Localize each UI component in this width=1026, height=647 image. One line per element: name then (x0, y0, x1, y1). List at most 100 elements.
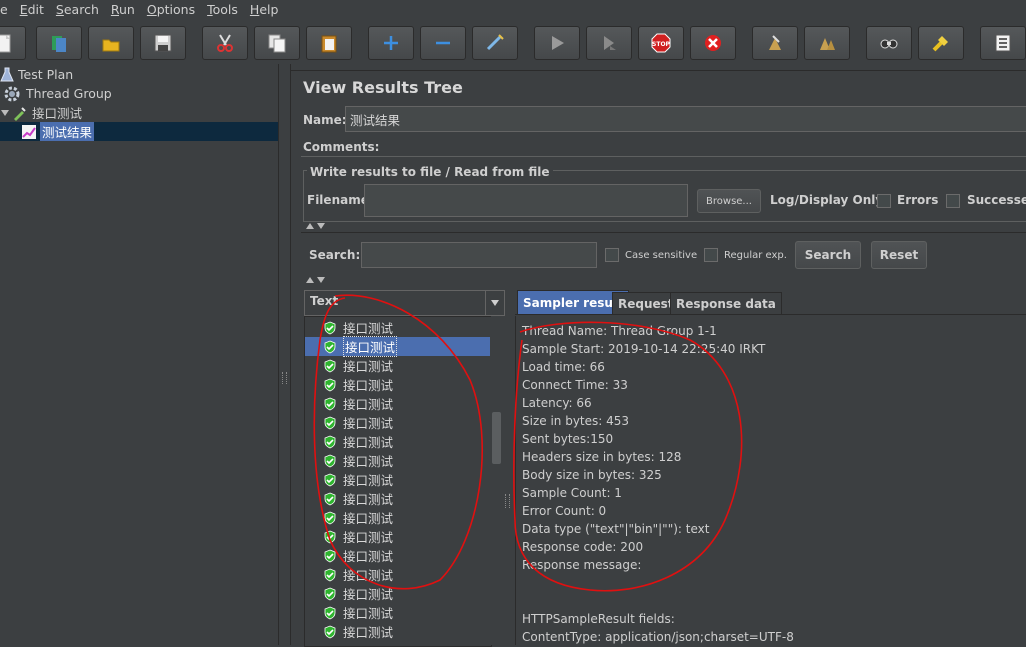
graph-icon (22, 124, 36, 139)
detail-line: Data type ("text"|"bin"|""): text (522, 522, 710, 536)
filename-label: Filename (307, 193, 369, 207)
list-item[interactable]: 接口测试 (305, 336, 490, 357)
success-shield-icon (324, 416, 336, 429)
expand-icon (384, 36, 398, 50)
copy-button[interactable] (254, 26, 300, 60)
reset-button[interactable]: Reset (871, 241, 927, 269)
list-item[interactable]: 接口测试 (305, 565, 490, 584)
list-item-label: 接口测试 (343, 625, 394, 640)
clear-button[interactable] (752, 26, 798, 60)
toggle-button[interactable] (472, 26, 518, 60)
successes-checkbox[interactable] (946, 194, 960, 208)
list-item[interactable]: 接口测试 (305, 375, 490, 394)
menu-label: un (119, 1, 135, 17)
menu-accelerator: H (249, 1, 260, 17)
start-icon (552, 36, 564, 50)
tree-item-test-results[interactable]: 测试结果 (0, 122, 278, 141)
list-item[interactable]: 接口测试 (305, 356, 490, 375)
errors-checkbox[interactable] (877, 194, 891, 208)
list-item[interactable]: 接口测试 (305, 470, 490, 489)
search-button[interactable]: Search (795, 241, 861, 269)
split-pane-divider[interactable] (278, 64, 289, 645)
success-shield-icon (324, 473, 336, 486)
stop-button[interactable]: STOP (638, 26, 684, 60)
menu-item[interactable]: Options (147, 2, 195, 17)
open-button[interactable] (88, 26, 134, 60)
list-item[interactable]: 接口测试 (305, 318, 490, 337)
reset-search-button[interactable] (918, 26, 964, 60)
case-sensitive-checkbox[interactable] (605, 248, 619, 262)
success-shield-icon (324, 435, 336, 448)
tree-item-interface-test[interactable]: 接口测试 (0, 103, 278, 122)
start-no-pauses-button[interactable] (586, 26, 632, 60)
page-title: View Results Tree (303, 78, 463, 97)
tab-response-data[interactable]: Response data (670, 292, 782, 314)
list-item[interactable]: 接口测试 (305, 603, 490, 622)
success-shield-icon (324, 511, 336, 524)
list-item[interactable]: 接口测试 (305, 527, 490, 546)
menu-label: elp (259, 1, 279, 17)
collapse-arrows-icon[interactable] (305, 222, 327, 230)
menu-item[interactable]: e (0, 2, 8, 17)
name-field[interactable]: 测试结果 (345, 106, 1026, 132)
list-item[interactable]: 接口测试 (305, 546, 490, 565)
list-item-label: 接口测试 (343, 336, 398, 357)
list-item[interactable]: 接口测试 (305, 489, 490, 508)
result-tabs: Sampler result Request Response data (515, 290, 1026, 315)
detail-line: Response message: (522, 558, 642, 572)
filename-input[interactable] (364, 184, 688, 217)
regular-exp-checkbox[interactable] (704, 248, 718, 262)
list-item[interactable]: 接口测试 (305, 508, 490, 527)
search-input[interactable] (361, 242, 597, 268)
list-item[interactable]: 接口测试 (305, 432, 490, 451)
results-list[interactable]: 接口测试 接口测试 接口测试 接口测试 接口测试 接口测试 接口测试 接口测试 接口测试 接口测试… (304, 316, 492, 647)
cut-button[interactable] (202, 26, 248, 60)
save-button[interactable] (140, 26, 186, 60)
file-group-title: Write results to file / Read from file (307, 165, 553, 179)
list-item-label: 接口测试 (343, 492, 394, 507)
menu-item[interactable]: Tools (207, 2, 238, 17)
templates-button[interactable] (36, 26, 82, 60)
menu-item[interactable]: Run (111, 2, 135, 17)
expand-button[interactable] (368, 26, 414, 60)
list-item[interactable]: 接口测试 (305, 413, 490, 432)
list-item[interactable]: 接口测试 (305, 394, 490, 413)
clear-all-button[interactable] (804, 26, 850, 60)
inner-divider-grip[interactable] (505, 494, 510, 508)
results-scrollbar[interactable] (491, 316, 502, 645)
function-helper-button[interactable] (980, 26, 1026, 60)
new-button[interactable] (0, 26, 26, 60)
pipette-icon (14, 106, 26, 121)
menu-item[interactable]: Edit (20, 2, 44, 17)
detail-line: Body size in bytes: 325 (522, 468, 662, 482)
list-item[interactable]: 接口测试 (305, 584, 490, 603)
tree-item-label: 接口测试 (32, 106, 83, 121)
scrollbar-thumb[interactable] (492, 412, 501, 464)
search-button[interactable] (866, 26, 912, 60)
start-button[interactable] (534, 26, 580, 60)
new-icon (0, 34, 11, 53)
list-item-label: 接口测试 (343, 511, 394, 526)
chevron-down-icon[interactable] (485, 291, 504, 315)
menu-label: dit (27, 1, 44, 17)
collapse-arrows-icon[interactable] (305, 276, 327, 284)
list-item-label: 接口测试 (343, 321, 394, 336)
divider-grip[interactable] (282, 372, 287, 384)
collapse-button[interactable] (420, 26, 466, 60)
collapse-toggle-icon[interactable] (0, 108, 10, 118)
list-item[interactable]: 接口测试 (305, 622, 490, 641)
menu-item[interactable]: Search (56, 2, 99, 17)
shutdown-button[interactable] (690, 26, 736, 60)
search-icon (880, 39, 898, 49)
tree-item-thread-group[interactable]: Thread Group (4, 84, 278, 103)
list-item[interactable]: 接口测试 (305, 451, 490, 470)
paste-button[interactable] (306, 26, 352, 60)
menu-label: ptions (156, 1, 196, 17)
renderer-select[interactable]: Text (304, 290, 505, 316)
search-label: Search: (309, 248, 361, 262)
browse-button[interactable]: Browse... (697, 189, 761, 213)
collapse-icon (436, 41, 450, 45)
menu-item[interactable]: Help (250, 2, 279, 17)
tree-item-test-plan[interactable]: Test Plan (0, 65, 278, 84)
view-results-tree-panel: View Results Tree Name: 测试结果 Comments: W… (290, 64, 1026, 647)
